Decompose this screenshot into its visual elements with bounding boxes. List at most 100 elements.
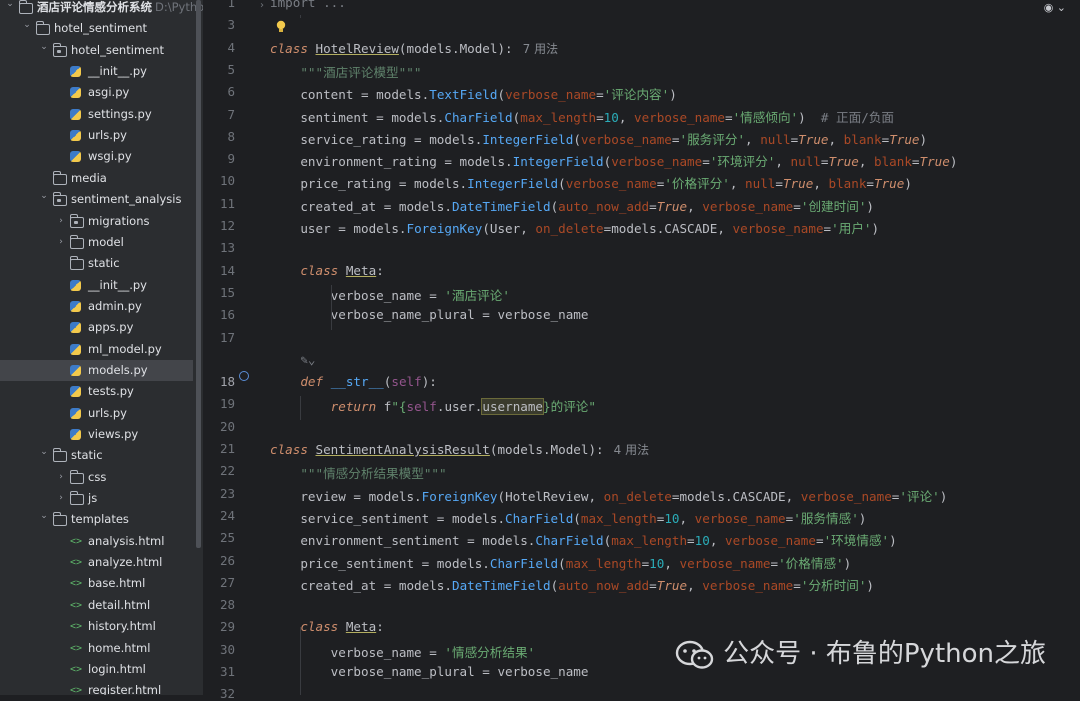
tree-item[interactable]: ⌄ hotel_sentiment: [0, 40, 203, 61]
code-line[interactable]: content = models.TextField(verbose_name=…: [270, 84, 676, 103]
code-token: .user.: [436, 399, 483, 415]
tree-item[interactable]: apps.py: [0, 317, 203, 338]
code-token: DateTimeField: [451, 577, 551, 593]
code-token: class: [270, 442, 316, 457]
code-token: CharField: [489, 555, 559, 571]
code-line[interactable]: created_at = models.DateTimeField(auto_n…: [270, 196, 874, 215]
chevron-right-icon[interactable]: ›: [55, 488, 67, 509]
code-token: '情感分析结果': [444, 644, 536, 660]
code-line[interactable]: environment_rating = models.IntegerField…: [270, 151, 957, 170]
code-line[interactable]: environment_sentiment = models.CharField…: [270, 530, 896, 549]
tree-item[interactable]: settings.py: [0, 104, 203, 125]
code-line[interactable]: verbose_name_plural = verbose_name: [270, 664, 589, 679]
tree-item-label: login.html: [88, 661, 146, 676]
code-token: auto_now_add: [558, 577, 650, 593]
code-line[interactable]: """酒店评论模型""": [270, 62, 421, 81]
chevron-down-icon[interactable]: ⌄: [21, 15, 33, 36]
python-file-icon: [70, 322, 81, 334]
code-line[interactable]: price_rating = models.IntegerField(verbo…: [270, 173, 912, 192]
code-line[interactable]: return f"{self.user.username}的评论": [270, 396, 596, 416]
usages-hint[interactable]: 7 用法: [523, 42, 558, 56]
python-file-icon: [70, 343, 81, 355]
tree-item[interactable]: urls.py: [0, 125, 203, 146]
chevron-right-icon[interactable]: ›: [55, 211, 67, 232]
tree-item[interactable]: <> detail.html: [0, 595, 203, 616]
chevron-right-icon[interactable]: ›: [55, 467, 67, 488]
tree-item[interactable]: › migrations: [0, 211, 203, 232]
override-marker-icon[interactable]: [239, 371, 249, 381]
code-line[interactable]: service_rating = models.IntegerField(ver…: [270, 129, 927, 148]
code-token: True: [782, 176, 814, 192]
tree-item-label: tests.py: [88, 384, 134, 399]
tree-item[interactable]: › css: [0, 467, 203, 488]
code-token: ,: [813, 176, 829, 192]
code-token: verbose_name: [724, 533, 816, 549]
code-area[interactable]: import ... class HotelReview(models.Model…: [203, 0, 1080, 695]
code-line[interactable]: verbose_name = '情感分析结果': [270, 642, 535, 661]
tree-item[interactable]: ml_model.py: [0, 339, 203, 360]
code-token: ): [949, 154, 958, 170]
tree-item[interactable]: ⌄ sentiment_analysis: [0, 189, 203, 210]
code-line[interactable]: review = models.ForeignKey(HotelReview, …: [270, 486, 947, 505]
code-token: IntegerField: [512, 154, 604, 170]
code-line[interactable]: class Meta:: [270, 263, 383, 278]
tree-item[interactable]: admin.py: [0, 296, 203, 317]
code-line[interactable]: import ...: [270, 0, 346, 10]
code-line[interactable]: class Meta:: [270, 619, 383, 634]
code-editor[interactable]: 1 3 4 5 6 7 8 9 10 11 12 13 14 15 16 17 18 19 20 21 22 23 24 25…: [203, 0, 1080, 701]
code-line[interactable]: user = models.ForeignKey(User, on_delete…: [270, 218, 879, 237]
tree-item[interactable]: <> base.html: [0, 573, 203, 594]
tree-item[interactable]: media: [0, 168, 203, 189]
tree-item[interactable]: views.py: [0, 424, 203, 445]
code-token: verbose_name: [565, 176, 657, 192]
tree-item[interactable]: <> analysis.html: [0, 531, 203, 552]
tree-item[interactable]: ⌄ static: [0, 445, 203, 466]
tree-item[interactable]: tests.py: [0, 381, 203, 402]
tree-item[interactable]: __init__.py: [0, 61, 203, 82]
code-line[interactable]: ✎⌄: [270, 352, 315, 367]
tree-item[interactable]: static: [0, 253, 203, 274]
code-line[interactable]: class SentimentAnalysisResult(models.Mod…: [270, 441, 649, 458]
code-line[interactable]: def __str__(self):: [270, 374, 437, 389]
chevron-down-icon[interactable]: ⌄: [38, 506, 50, 527]
code-line[interactable]: sentiment = models.CharField(max_length=…: [270, 107, 894, 126]
tree-item[interactable]: models.py: [0, 359, 193, 381]
chevron-down-icon[interactable]: ⌄: [38, 442, 50, 463]
tree-scrollbar[interactable]: [196, 0, 201, 548]
tree-item[interactable]: <> home.html: [0, 638, 203, 659]
code-line[interactable]: class HotelReview(models.Model): 7 用法: [270, 40, 558, 57]
tree-item[interactable]: <> analyze.html: [0, 552, 203, 573]
chevron-down-icon[interactable]: ⌄: [38, 37, 50, 58]
chevron-right-icon[interactable]: ›: [55, 232, 67, 253]
code-line[interactable]: price_sentiment = models.CharField(max_l…: [270, 553, 851, 572]
code-token: ): [858, 510, 867, 526]
chevron-down-icon[interactable]: ⌄: [4, 0, 16, 15]
code-line[interactable]: service_sentiment = models.CharField(max…: [270, 508, 866, 527]
tree-item[interactable]: › model: [0, 232, 203, 253]
tree-item-label: models.py: [88, 362, 148, 377]
tree-item-label: admin.py: [88, 298, 142, 313]
tree-item[interactable]: asgi.py: [0, 82, 203, 103]
tree-item[interactable]: › js: [0, 488, 203, 509]
code-token: ,: [679, 510, 695, 526]
code-line[interactable]: verbose_name = '酒店评论': [270, 285, 510, 304]
tree-item[interactable]: <> history.html: [0, 616, 203, 637]
tree-item[interactable]: wsgi.py: [0, 146, 203, 167]
tree-item[interactable]: <> login.html: [0, 659, 203, 680]
tree-item[interactable]: urls.py: [0, 403, 203, 424]
lightbulb-icon[interactable]: [275, 20, 287, 34]
folder-icon: [69, 256, 84, 271]
code-line[interactable]: created_at = models.DateTimeField(auto_n…: [270, 575, 874, 594]
usages-hint[interactable]: 4 用法: [614, 443, 649, 457]
code-token: =: [793, 577, 801, 593]
tree-item[interactable]: <> register.html: [0, 680, 203, 695]
code-token: verbose_name =: [270, 644, 445, 660]
code-line[interactable]: verbose_name_plural = verbose_name: [270, 307, 589, 322]
tree-item[interactable]: ⌄ hotel_sentiment: [0, 18, 203, 39]
tree-item[interactable]: __init__.py: [0, 275, 203, 296]
tree-item[interactable]: ⌄ templates: [0, 509, 203, 530]
code-line[interactable]: """情感分析结果模型""": [270, 463, 446, 482]
fold-chevron-icon[interactable]: ›: [260, 0, 264, 11]
reader-mode-icon[interactable]: ◉ ⌄: [1044, 1, 1066, 14]
chevron-down-icon[interactable]: ⌄: [38, 186, 50, 207]
